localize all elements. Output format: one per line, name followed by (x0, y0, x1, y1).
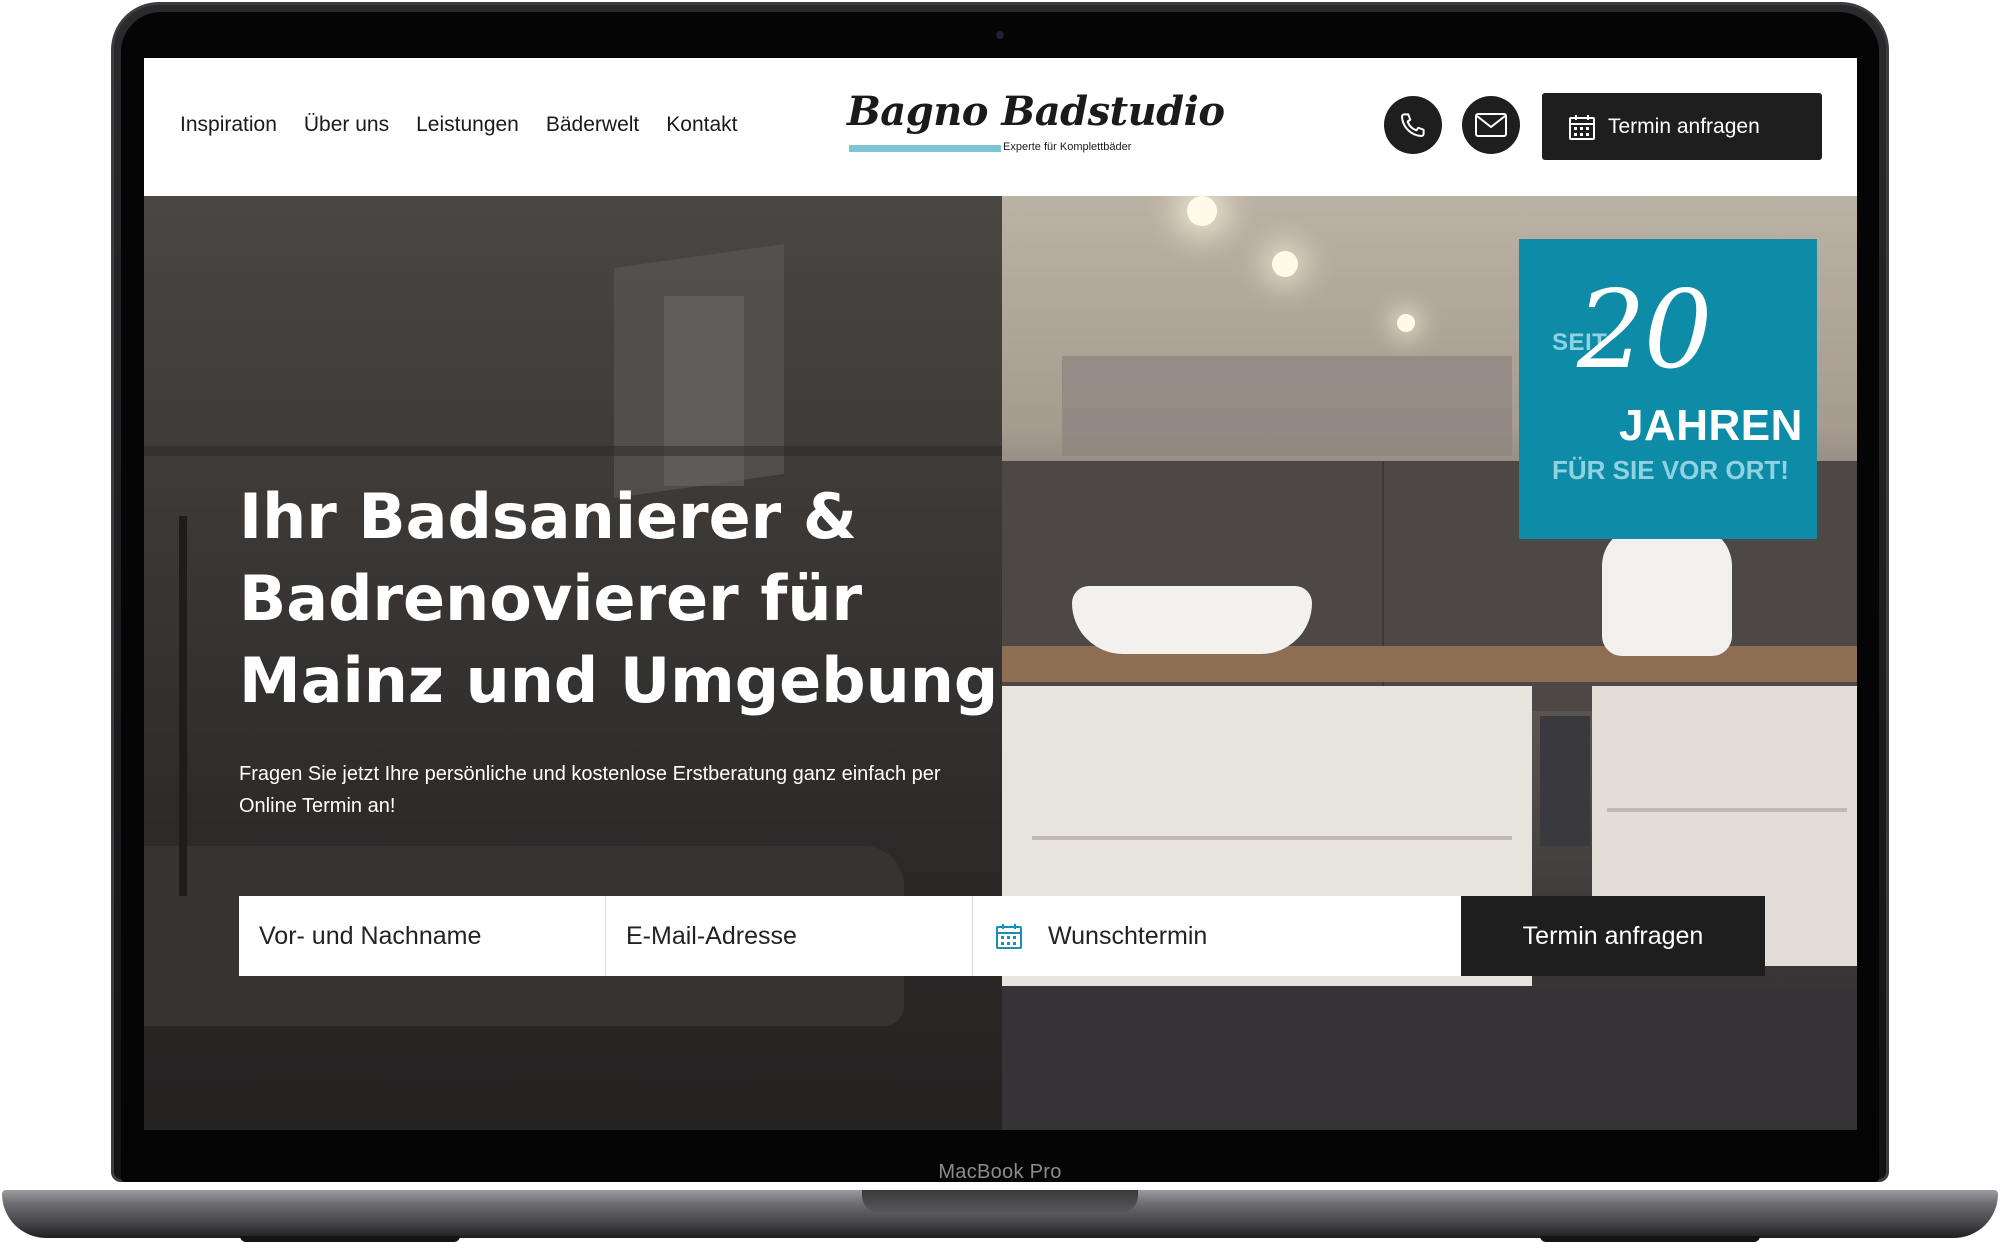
sink (1072, 586, 1312, 654)
badge-years-label: JAHREN (1619, 401, 1803, 450)
ceiling-light (1397, 314, 1415, 332)
email-placeholder: E-Mail-Adresse (626, 921, 797, 950)
hero-headline: Ihr Badsanierer & Badrenovierer für Main… (239, 480, 999, 717)
ceiling-light (1187, 196, 1217, 226)
ceiling-light (1272, 251, 1298, 277)
nav-link-ueber-uns[interactable]: Über uns (304, 113, 389, 137)
floor (1002, 986, 1857, 1130)
wall-line (144, 446, 1002, 456)
laptop-foot-left (240, 1236, 460, 1242)
nav-link-kontakt[interactable]: Kontakt (666, 113, 737, 137)
date-placeholder: Wunschtermin (1048, 921, 1208, 950)
header-appointment-label: Termin anfragen (1608, 114, 1760, 138)
site-header: Inspiration Über uns Leistungen Bäderwel… (144, 58, 1857, 196)
mirror-shape (1062, 356, 1512, 456)
site-logo[interactable]: Bagno Badstudio Experte für Komplettbäde… (847, 88, 1225, 180)
anniversary-badge: SEIT 20 JAHREN FÜR SIE VOR ORT! (1519, 239, 1817, 539)
header-appointment-button[interactable]: Termin anfragen (1542, 93, 1822, 160)
main-nav: Inspiration Über uns Leistungen Bäderwel… (180, 113, 764, 137)
drawer-handle (1032, 836, 1512, 840)
logo-tagline: Experte für Komplettbäder (1003, 141, 1132, 153)
nav-link-leistungen[interactable]: Leistungen (416, 113, 519, 137)
email-input[interactable]: E-Mail-Adresse (606, 896, 973, 976)
calendar-icon (1569, 114, 1595, 140)
camera-icon (996, 31, 1004, 39)
form-submit-label: Termin anfragen (1522, 921, 1704, 950)
nav-link-inspiration[interactable]: Inspiration (180, 113, 277, 137)
website-screen: Inspiration Über uns Leistungen Bäderwel… (144, 58, 1857, 1130)
badge-number: 20 (1577, 268, 1712, 393)
laptop-foot-right (1540, 1236, 1760, 1242)
name-placeholder: Vor- und Nachname (259, 921, 482, 950)
nav-link-baederwelt[interactable]: Bäderwelt (546, 113, 639, 137)
badge-local-label: FÜR SIE VOR ORT! (1552, 455, 1789, 485)
shower-pipe (179, 516, 187, 896)
laptop-hinge-notch (862, 1190, 1138, 1212)
form-submit-button[interactable]: Termin anfragen (1461, 896, 1765, 976)
device-model-label: MacBook Pro (938, 1161, 1062, 1183)
logo-underline (849, 145, 1001, 152)
name-input[interactable]: Vor- und Nachname (239, 896, 606, 976)
hero-subtext: Fragen Sie jetzt Ihre persönliche und ko… (239, 763, 941, 817)
mail-button[interactable] (1462, 96, 1520, 154)
towel (1540, 716, 1590, 846)
appointment-form: Vor- und Nachname E-Mail-Adresse Wunscht… (239, 896, 1765, 976)
mail-icon (1475, 113, 1507, 137)
date-input[interactable]: Wunschtermin (973, 896, 1461, 976)
phone-button[interactable] (1384, 96, 1442, 154)
window-pane (664, 296, 744, 486)
hero-section: SEIT 20 JAHREN FÜR SIE VOR ORT! Ihr Bads… (144, 196, 1857, 1130)
vase (1602, 526, 1732, 656)
calendar-icon (996, 924, 1022, 949)
drawer-handle (1607, 808, 1847, 812)
logo-wordmark: Bagno Badstudio (847, 88, 1225, 135)
phone-icon (1401, 113, 1425, 137)
